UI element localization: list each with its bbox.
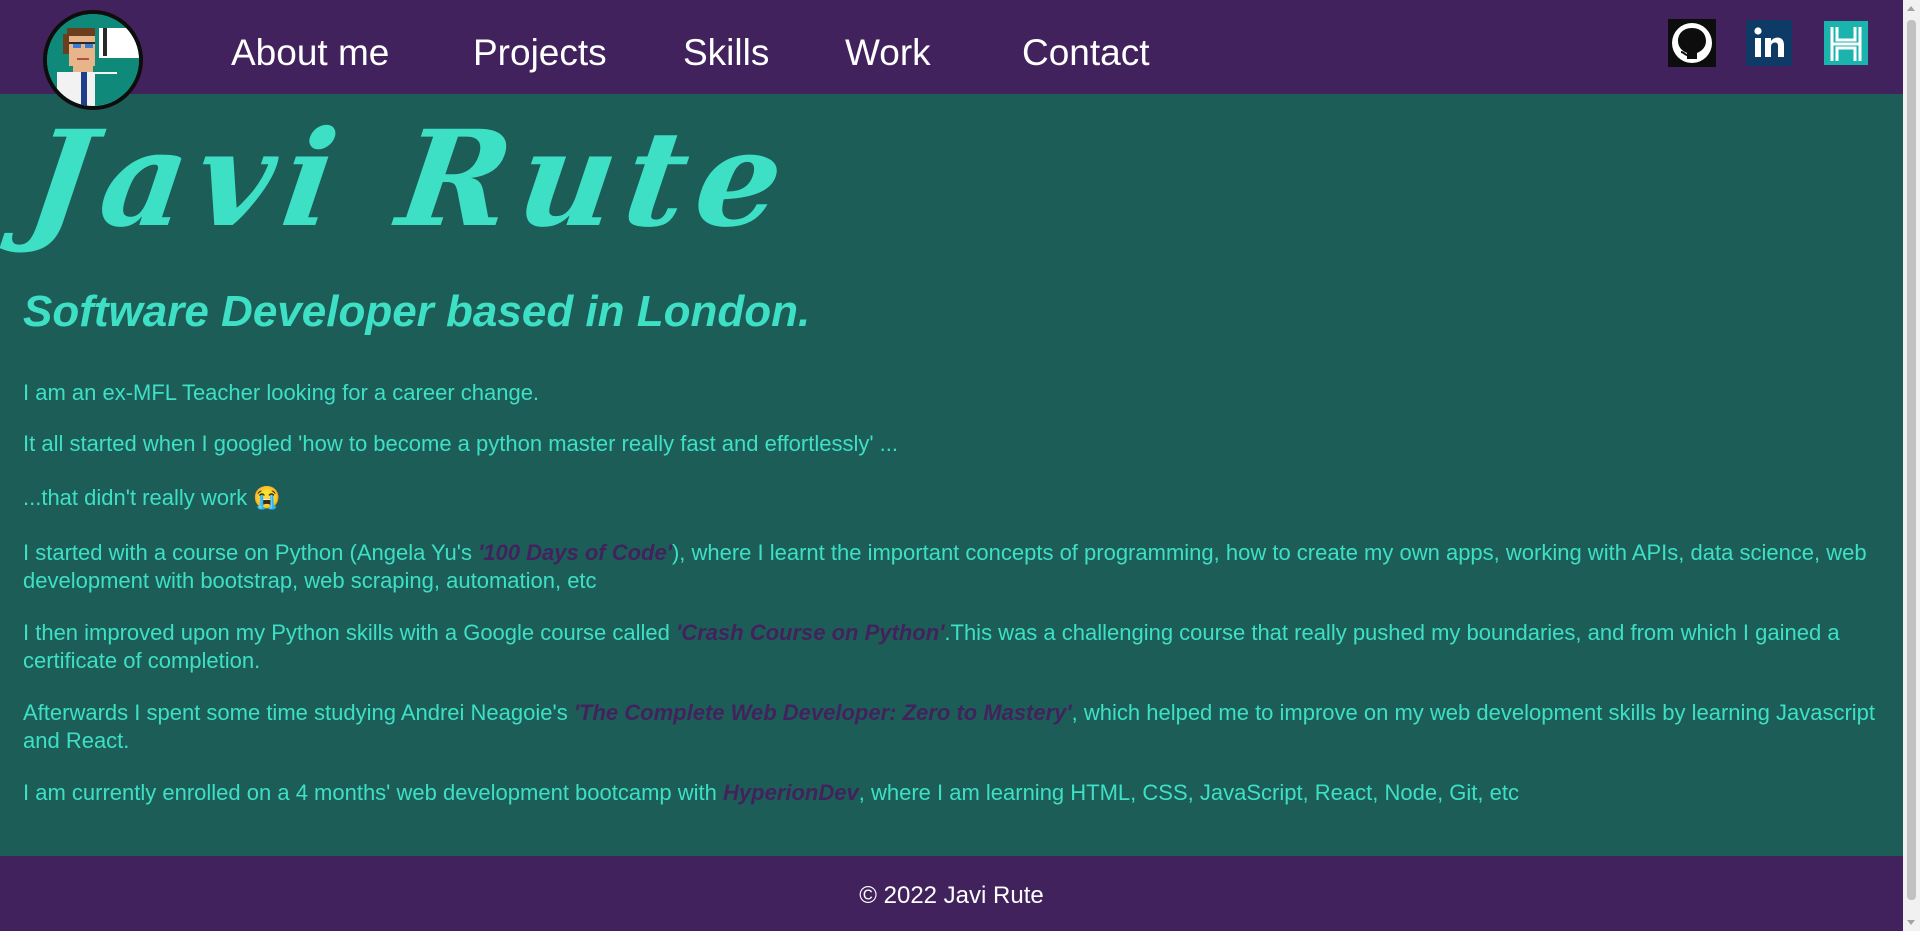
scrollbar[interactable]: [1903, 0, 1920, 931]
about-paragraph-5: I then improved upon my Python skills wi…: [23, 619, 1883, 675]
hyperiondev-highlight: HyperionDev: [723, 780, 859, 805]
about-paragraph-4-text-a: I started with a course on Python (Angel…: [23, 540, 479, 565]
about-paragraph-7: I am currently enrolled on a 4 months' w…: [23, 779, 1883, 807]
avatar[interactable]: [43, 10, 143, 110]
nav-link-skills[interactable]: Skills: [683, 30, 769, 76]
about-paragraph-4: I started with a course on Python (Angel…: [23, 539, 1883, 595]
about-paragraph-1: I am an ex-MFL Teacher looking for a car…: [23, 380, 540, 405]
footer-copyright: © 2022 Javi Rute: [859, 882, 1044, 909]
page: About me Projects Skills Work Contact Ja…: [0, 0, 1903, 931]
footer: © 2022 Javi Rute: [0, 856, 1903, 931]
github-icon[interactable]: [1668, 19, 1716, 67]
about-paragraph-7-text-a: I am currently enrolled on a 4 months' w…: [23, 780, 724, 805]
course-zero-to-mastery: 'The Complete Web Developer: Zero to Mas…: [573, 700, 1072, 725]
main-content: Javi Rute Software Developer based in Lo…: [0, 94, 1903, 856]
course-100-days-of-code: '100 Days of Code': [478, 540, 672, 565]
nav-link-work[interactable]: Work: [845, 30, 931, 76]
nav-link-projects[interactable]: Projects: [473, 30, 607, 76]
about-paragraph-3-text: ...that didn't really work: [23, 485, 248, 510]
hero-name: Javi Rute: [19, 102, 803, 257]
about-paragraph-7-text-b: , where I am learning HTML, CSS, JavaScr…: [858, 780, 1519, 805]
about-paragraph-5-text-a: I then improved upon my Python skills wi…: [23, 620, 676, 645]
about-paragraph-6: Afterwards I spent some time studying An…: [23, 699, 1883, 755]
navbar: About me Projects Skills Work Contact: [0, 0, 1903, 94]
about-paragraph-3: ...that didn't really work 😭: [23, 484, 1883, 512]
course-crash-course-python: 'Crash Course on Python': [676, 620, 945, 645]
about-paragraph-6-text-a: Afterwards I spent some time studying An…: [23, 700, 574, 725]
linkedin-icon[interactable]: [1746, 20, 1792, 66]
crying-emoji-icon: 😭: [253, 485, 281, 510]
scroll-down-icon[interactable]: [1907, 920, 1915, 925]
nav-link-contact[interactable]: Contact: [1022, 30, 1150, 76]
scrollbar-thumb[interactable]: [1907, 20, 1916, 900]
scroll-up-icon[interactable]: [1907, 6, 1915, 11]
hyperiondev-icon[interactable]: [1822, 19, 1870, 67]
nav-link-about-me[interactable]: About me: [231, 30, 389, 76]
hero-subtitle: Software Developer based in London.: [23, 287, 811, 336]
about-paragraph-2: It all started when I googled 'how to be…: [23, 431, 899, 456]
